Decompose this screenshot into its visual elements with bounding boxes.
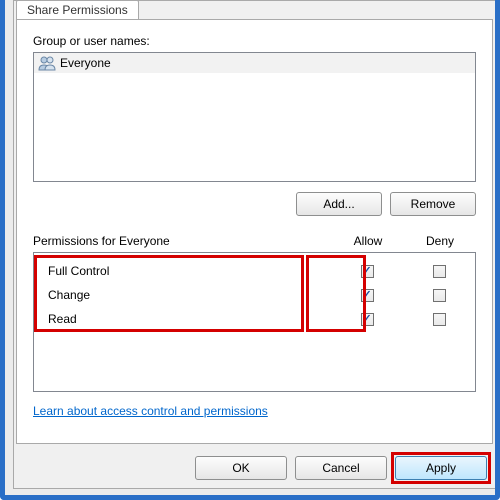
deny-checkbox-full-control[interactable] — [433, 265, 446, 278]
cancel-button[interactable]: Cancel — [295, 456, 387, 480]
dialog-button-row: OK Cancel Apply — [195, 456, 487, 480]
tab-panel: Group or user names: Everyone Add — [16, 19, 493, 444]
group-button-row: Add... Remove — [33, 192, 476, 216]
table-row: Read — [34, 307, 475, 331]
users-group-icon — [38, 55, 56, 71]
permission-name: Full Control — [48, 264, 331, 278]
permission-name: Change — [48, 288, 331, 302]
deny-checkbox-change[interactable] — [433, 289, 446, 302]
table-row: Full Control — [34, 259, 475, 283]
list-item[interactable]: Everyone — [34, 53, 475, 73]
learn-link[interactable]: Learn about access control and permissio… — [33, 404, 268, 418]
permissions-header: Permissions for Everyone Allow Deny — [33, 234, 476, 248]
deny-checkbox-read[interactable] — [433, 313, 446, 326]
tab-row: Share Permissions — [16, 0, 139, 20]
remove-button[interactable]: Remove — [390, 192, 476, 216]
tab-share-permissions[interactable]: Share Permissions — [16, 0, 139, 20]
deny-column-header: Deny — [404, 234, 476, 248]
allow-checkbox-read[interactable] — [361, 313, 374, 326]
apply-button[interactable]: Apply — [395, 456, 487, 480]
group-item-name: Everyone — [60, 56, 111, 70]
window-frame: Share Permissions Group or user names: E… — [0, 0, 500, 500]
allow-checkbox-full-control[interactable] — [361, 265, 374, 278]
add-button[interactable]: Add... — [296, 192, 382, 216]
group-names-label: Group or user names: — [33, 34, 476, 48]
allow-checkbox-change[interactable] — [361, 289, 374, 302]
allow-column-header: Allow — [332, 234, 404, 248]
permissions-for-label: Permissions for Everyone — [33, 234, 332, 248]
ok-button[interactable]: OK — [195, 456, 287, 480]
permissions-listbox: Full Control Change Read — [33, 252, 476, 392]
table-row: Change — [34, 283, 475, 307]
group-names-listbox[interactable]: Everyone — [33, 52, 476, 182]
dialog: Share Permissions Group or user names: E… — [13, 0, 495, 489]
permission-name: Read — [48, 312, 331, 326]
